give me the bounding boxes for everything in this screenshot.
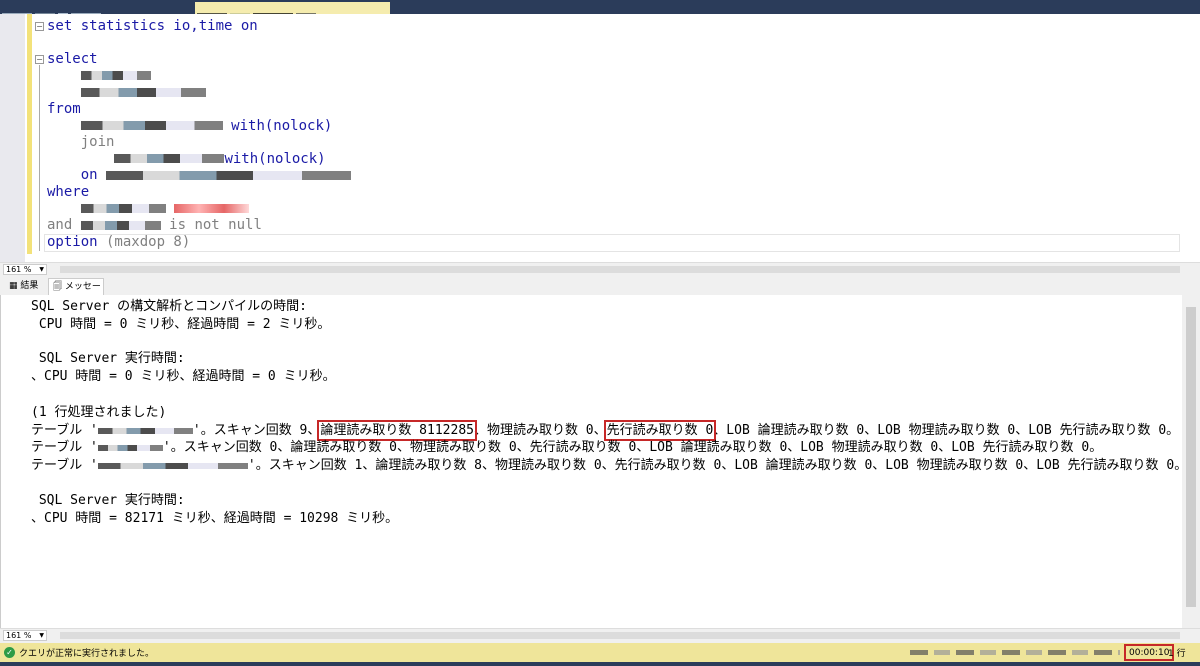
- code-token: with(nolock): [224, 150, 326, 167]
- tab-results[interactable]: ▦ 結果: [5, 278, 47, 295]
- horizontal-scrollbar[interactable]: [60, 632, 1180, 639]
- status-bar: ✓ クエリが正常に実行されました。 00:00:10 1 行: [0, 643, 1200, 662]
- scroll-thumb[interactable]: [1186, 307, 1196, 607]
- code-line: where: [47, 183, 90, 200]
- document-tab-active[interactable]: [195, 2, 390, 18]
- code-token: is not null: [160, 217, 262, 234]
- results-zoom-bar: 161 % ▼: [0, 628, 1200, 643]
- query-editor[interactable]: − − set statistics io,time on select fro…: [0, 14, 1200, 262]
- message-line: CPU 時間 = 0 ミリ秒、経過時間 = 2 ミリ秒。: [31, 317, 331, 332]
- status-message: クエリが正常に実行されました。: [19, 649, 155, 659]
- change-indicator: [27, 14, 32, 254]
- tab-label: 結果: [20, 281, 39, 291]
- zoom-select[interactable]: 161 % ▼: [3, 264, 47, 275]
- redacted-table: [97, 427, 193, 434]
- elapsed-time: 00:00:10: [1124, 644, 1175, 661]
- code-token: on: [80, 167, 98, 184]
- horizontal-scrollbar[interactable]: [60, 266, 1180, 273]
- redacted-server-info: [910, 650, 1120, 655]
- zoom-value: 161 %: [6, 265, 32, 274]
- sql-code: set statistics io,time on select from wi…: [47, 18, 352, 250]
- text: '。スキャン回数 0、論理読み取り数 0、物理読み取り数 0、先行読み取り数 0…: [162, 440, 1103, 455]
- tab-messages[interactable]: 🗐 メッセージ: [48, 278, 104, 308]
- message-line: SQL Server 実行時間:: [31, 351, 185, 366]
- zoom-select[interactable]: 161 % ▼: [3, 630, 47, 641]
- redacted-column: [80, 204, 166, 214]
- grid-icon: ▦: [9, 281, 18, 291]
- editor-gutter: [0, 14, 25, 262]
- message-line: 、CPU 時間 = 82171 ミリ秒、経過時間 = 10298 ミリ秒。: [31, 511, 399, 526]
- code-line: from: [47, 100, 81, 117]
- vertical-scrollbar[interactable]: [1182, 295, 1200, 628]
- collapse-icon[interactable]: −: [35, 55, 44, 64]
- results-tabs: ▦ 結果 🗐 メッセージ: [0, 275, 1200, 308]
- code-line: select: [47, 51, 98, 68]
- redacted-table: [114, 154, 225, 164]
- row-count: 1 行: [1168, 649, 1186, 659]
- code-token: option: [47, 233, 98, 250]
- code-line: set statistics io,time on: [47, 18, 258, 34]
- check-circle-icon: ✓: [4, 647, 15, 658]
- fold-line: [39, 65, 40, 251]
- message-line: 、CPU 時間 = 0 ミリ秒、経過時間 = 0 ミリ秒。: [31, 369, 336, 384]
- document-tab-bar: [0, 0, 1200, 18]
- table-stats-line: テーブル ' '。スキャン回数 1、論理読み取り数 8、物理読み取り数 0、先行読…: [31, 454, 1182, 473]
- text: テーブル ': [31, 440, 98, 455]
- chevron-down-icon: ▼: [39, 266, 44, 273]
- editor-zoom-bar: 161 % ▼: [0, 262, 1200, 275]
- redacted-column: [80, 87, 206, 97]
- redacted-table: [97, 462, 248, 469]
- message-line: SQL Server 実行時間:: [31, 493, 185, 508]
- text: '。スキャン回数 1、論理読み取り数 8、物理読み取り数 0、先行読み取り数 0…: [247, 458, 1182, 473]
- text: テーブル ': [31, 458, 98, 473]
- code-token: (maxdop 8): [97, 233, 191, 250]
- redacted-condition: [106, 170, 352, 180]
- table-stats-line: テーブル ' '。スキャン回数 0、論理読み取り数 0、物理読み取り数 0、先行読…: [31, 436, 1102, 455]
- messages-pane[interactable]: SQL Server の構文解析とコンパイルの時間: CPU 時間 = 0 ミリ…: [0, 295, 1182, 628]
- message-line: SQL Server の構文解析とコンパイルの時間:: [31, 299, 307, 314]
- redacted-column: [80, 220, 161, 230]
- chevron-down-icon: ▼: [39, 632, 44, 639]
- redacted-table: [80, 121, 223, 131]
- code-line: join: [80, 134, 115, 151]
- message-line: (1 行処理されました): [31, 405, 167, 420]
- redacted-string: [174, 204, 250, 214]
- message-icon: 🗐: [53, 282, 62, 292]
- redacted-column: [80, 71, 151, 81]
- collapse-icon[interactable]: −: [35, 22, 44, 31]
- code-token: with(nolock): [231, 117, 333, 134]
- code-token: and: [47, 217, 73, 234]
- redacted-table: [97, 444, 163, 451]
- zoom-value: 161 %: [6, 631, 32, 640]
- document-tab[interactable]: [0, 2, 190, 18]
